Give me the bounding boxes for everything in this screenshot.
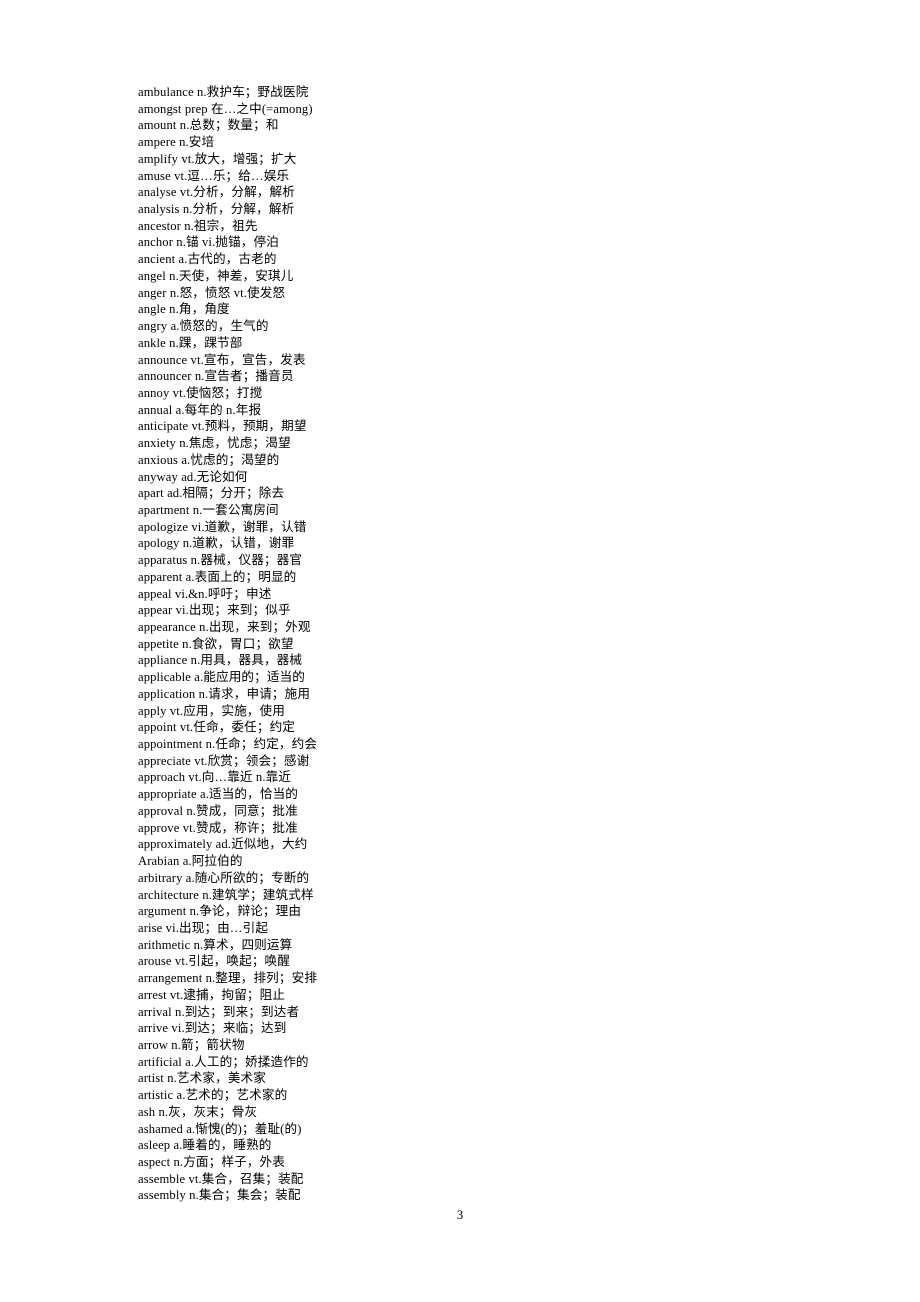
word-entry: approval n.赞成，同意；批准 bbox=[138, 803, 298, 818]
word-entry: arrow n.箭；箭状物 bbox=[138, 1037, 245, 1052]
word-entry: appetite n.食欲，胃口；欲望 bbox=[138, 636, 294, 651]
word-entry: arise vi.出现；由…引起 bbox=[138, 920, 269, 935]
word-entry: aspect n.方面；样子，外表 bbox=[138, 1155, 285, 1169]
word-entry: ankle n.踝，踝节部 bbox=[138, 335, 243, 350]
word-entry: annoy vt.使恼怒；打搅 bbox=[138, 385, 263, 400]
word-entry: anxiety n.焦虑，忧虑；渴望 bbox=[138, 436, 291, 451]
page-footer: 3 bbox=[0, 1206, 920, 1224]
word-entry: apart ad.相隔；分开；除去 bbox=[138, 486, 285, 501]
word-entry: artificial a.人工的；娇揉造作的 bbox=[138, 1054, 309, 1069]
word-entry: arbitrary a.随心所欲的；专断的 bbox=[138, 870, 310, 885]
word-entry: appreciate vt.欣赏；领会；感谢 bbox=[138, 753, 310, 768]
word-entry: appointment n.任命；约定，约会 bbox=[138, 737, 318, 752]
vocabulary-word-list: ambulance n.救护车；野战医院 amongst prep 在…之中(=… bbox=[138, 84, 558, 1204]
word-entry: anticipate vt.预料，预期，期望 bbox=[138, 419, 307, 434]
word-entry: appear vi.出现；来到；似乎 bbox=[138, 603, 291, 618]
word-entry: arithmetic n.算术，四则运算 bbox=[138, 937, 293, 952]
word-entry: announce vt.宣布，宣告，发表 bbox=[138, 352, 306, 367]
word-entry: apology n.道歉，认错，谢罪 bbox=[138, 536, 295, 551]
word-entry: amplify vt.放大，增强；扩大 bbox=[138, 151, 297, 166]
word-entry: apologize vi.道歉，谢罪，认错 bbox=[138, 519, 307, 534]
word-entry: ash n.灰，灰末；骨灰 bbox=[138, 1104, 258, 1119]
word-entry: approve vt.赞成，称许；批准 bbox=[138, 820, 298, 835]
word-entry: arouse vt.引起，唤起；唤醒 bbox=[138, 954, 290, 969]
word-entry: Arabian a.阿拉伯的 bbox=[138, 854, 243, 869]
word-entry: arrest vt.逮捕，拘留；阻止 bbox=[138, 987, 286, 1002]
word-entry: angle n.角，角度 bbox=[138, 302, 230, 317]
word-entry: ancient a.古代的，古老的 bbox=[138, 252, 277, 267]
word-entry: artist n.艺术家，美术家 bbox=[138, 1071, 266, 1086]
word-entry: amuse vt.逗…乐；给…娱乐 bbox=[138, 168, 290, 183]
word-entry: asleep a.睡着的，睡熟的 bbox=[138, 1138, 272, 1153]
word-entry: ashamed a.惭愧(的)；羞耻(的) bbox=[138, 1121, 302, 1136]
word-entry: apparatus n.器械，仪器；器官 bbox=[138, 553, 303, 568]
word-entry: appropriate a.适当的，恰当的 bbox=[138, 787, 299, 802]
word-entry: artistic a.艺术的；艺术家的 bbox=[138, 1088, 288, 1103]
word-entry: apply vt.应用，实施，使用 bbox=[138, 703, 285, 718]
word-entry: applicable a.能应用的；适当的 bbox=[138, 670, 306, 685]
document-page: ambulance n.救护车；野战医院 amongst prep 在…之中(=… bbox=[0, 0, 920, 1302]
word-entry: announcer n.宣告者；播音员 bbox=[138, 369, 294, 384]
word-entry: appearance n.出现，来到；外观 bbox=[138, 620, 311, 634]
page-number: 3 bbox=[456, 1208, 464, 1222]
word-entry: appeal vi.&n.呼吁；申述 bbox=[138, 586, 272, 601]
word-entry: arrival n.到达；到来；到达者 bbox=[138, 1004, 300, 1019]
word-entry: apartment n.一套公寓房间 bbox=[138, 502, 279, 517]
word-entry: argument n.争论，辩论；理由 bbox=[138, 904, 302, 919]
word-entry: assembly n.集合；集会；装配 bbox=[138, 1188, 301, 1203]
word-entry: ancestor n.祖宗，祖先 bbox=[138, 218, 258, 233]
word-entry: angel n.天使，神差，安琪儿 bbox=[138, 268, 294, 283]
word-entry: approach vt.向…靠近 n.靠近 bbox=[138, 770, 292, 785]
word-entry: anxious a.忧虑的；渴望的 bbox=[138, 452, 280, 467]
word-entry: application n.请求，申请；施用 bbox=[138, 686, 311, 701]
word-entry: approximately ad.近似地，大约 bbox=[138, 837, 308, 852]
word-entry: appoint vt.任命，委任；约定 bbox=[138, 720, 296, 735]
word-entry: arrangement n.整理，排列；安排 bbox=[138, 971, 318, 986]
word-entry: amongst prep 在…之中(=among) bbox=[138, 101, 313, 116]
word-entry: angry a.愤怒的，生气的 bbox=[138, 319, 269, 334]
word-entry: anyway ad.无论如何 bbox=[138, 469, 248, 484]
word-entry: assemble vt.集合，召集；装配 bbox=[138, 1171, 304, 1186]
word-entry: ambulance n.救护车；野战医院 bbox=[138, 85, 309, 99]
word-entry: arrive vi.到达；来临；达到 bbox=[138, 1021, 287, 1036]
word-entry: annual a.每年的 n.年报 bbox=[138, 402, 262, 417]
word-entry: analyse vt.分析，分解，解析 bbox=[138, 185, 295, 200]
word-entry: amount n.总数；数量；和 bbox=[138, 118, 279, 133]
word-entry: anchor n.锚 vi.抛锚，停泊 bbox=[138, 235, 279, 250]
word-entry: ampere n.安培 bbox=[138, 135, 215, 150]
word-entry: analysis n.分析，分解，解析 bbox=[138, 202, 295, 217]
word-entry: apparent a.表面上的；明显的 bbox=[138, 569, 297, 584]
word-entry: anger n.怒，愤怒 vt.使发怒 bbox=[138, 285, 286, 300]
word-entry: architecture n.建筑学；建筑式样 bbox=[138, 887, 314, 902]
word-entry: appliance n.用具，器具，器械 bbox=[138, 653, 303, 668]
